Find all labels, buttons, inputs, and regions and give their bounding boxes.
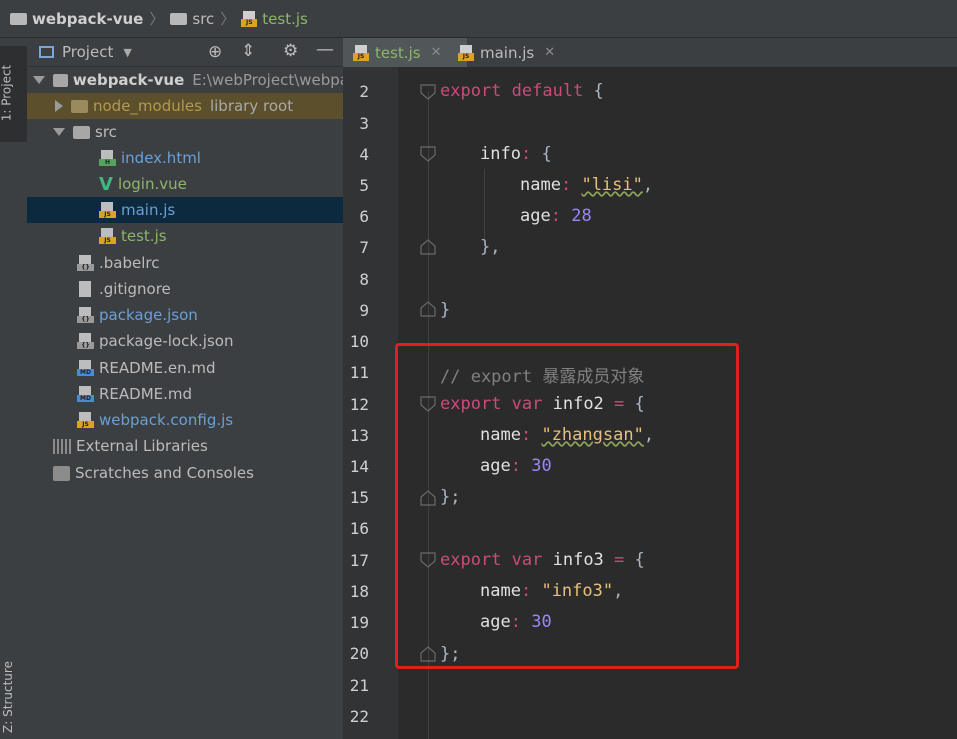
close-icon[interactable]: ✕ — [431, 45, 442, 60]
tool-window-strip: 1: Project Z: Structure — [0, 38, 28, 739]
json-file-icon: {} — [77, 307, 94, 323]
line-number: 9 — [359, 301, 369, 320]
chevron-right-icon: 〉 — [220, 10, 236, 28]
line-number: 14 — [349, 457, 369, 476]
tree-item-readme-md[interactable]: MD README.md — [27, 381, 393, 407]
tree-item-package-json[interactable]: {} package.json — [27, 302, 393, 328]
folder-icon — [71, 99, 88, 113]
editor-tab-bar: JS test.js ✕ JS main.js ✕ — [343, 38, 957, 68]
close-icon[interactable]: ✕ — [544, 45, 555, 60]
line-number: 12 — [349, 395, 369, 414]
json-file-icon: {} — [77, 333, 94, 349]
folder-icon — [170, 12, 188, 25]
vue-file-icon: V — [99, 173, 113, 195]
library-icon — [53, 438, 71, 454]
locate-icon[interactable]: ⊕ — [208, 42, 222, 62]
project-view-selector[interactable]: Project — [62, 43, 113, 61]
collapse-all-icon[interactable]: ⇕ — [241, 41, 255, 61]
folder-icon — [53, 73, 68, 87]
js-file-icon: JS — [99, 228, 116, 244]
line-number: 17 — [349, 551, 369, 570]
code-line: } — [440, 300, 451, 320]
line-number: 16 — [349, 519, 369, 538]
line-number: 20 — [349, 644, 369, 663]
expand-arrow-icon[interactable] — [33, 76, 45, 84]
line-number-gutter: 2 3 4 5 6 7 8 9 10 11 12 13 14 15 16 17 … — [343, 67, 398, 739]
line-number: 8 — [359, 270, 369, 289]
markdown-file-icon: MD — [77, 386, 94, 402]
text-file-icon — [77, 281, 94, 297]
js-file-icon: JS — [353, 44, 369, 61]
js-file-icon: JS — [77, 412, 94, 428]
tree-item-src[interactable]: src — [27, 119, 369, 145]
project-panel-header: Project ▼ ⊕ ⇕ ⚙ — — [27, 38, 343, 67]
breadcrumb: webpack-vue 〉 src 〉 JS test.js — [0, 0, 957, 38]
line-number: 7 — [359, 238, 369, 257]
line-number: 13 — [349, 426, 369, 445]
tab-project[interactable]: 1: Project — [0, 46, 27, 142]
highlight-box — [395, 343, 739, 669]
tree-item-webpack-config-js[interactable]: JS webpack.config.js — [27, 407, 393, 433]
line-number: 18 — [349, 582, 369, 601]
collapse-arrow-icon[interactable] — [55, 100, 63, 112]
line-number: 3 — [359, 114, 369, 133]
line-number: 11 — [349, 363, 369, 382]
folder-icon — [10, 12, 27, 25]
line-number: 15 — [349, 488, 369, 507]
code-line: name: "lisi", — [520, 175, 654, 195]
line-number: 6 — [359, 207, 369, 226]
markdown-file-icon: MD — [77, 360, 94, 376]
line-number: 21 — [349, 676, 369, 695]
breadcrumb-src[interactable]: src — [170, 10, 214, 28]
line-number: 19 — [349, 613, 369, 632]
config-file-icon: {} — [77, 255, 94, 271]
tree-item-external-libraries[interactable]: External Libraries — [27, 433, 369, 459]
fold-marker-icon[interactable] — [420, 84, 436, 100]
html-file-icon: H — [99, 150, 116, 166]
line-number: 4 — [359, 145, 369, 164]
line-number: 22 — [349, 707, 369, 726]
tree-item-babelrc[interactable]: {} .babelrc — [27, 250, 393, 276]
tree-item-node-modules[interactable]: node_modules library root — [27, 93, 371, 119]
fold-marker-icon[interactable] — [420, 146, 436, 162]
js-file-icon: JS — [241, 10, 258, 27]
scratches-icon — [53, 465, 70, 481]
code-line: info: { — [480, 144, 552, 164]
code-line: }, — [480, 237, 501, 257]
tree-item-readme-en-md[interactable]: MD README.en.md — [27, 355, 393, 381]
minimize-icon[interactable]: — — [316, 39, 334, 60]
folder-icon — [73, 125, 90, 139]
code-line: export default { — [440, 81, 604, 101]
fold-end-icon[interactable] — [420, 301, 436, 317]
project-panel: Project ▼ ⊕ ⇕ ⚙ — webpack-vue E:\webProj… — [27, 38, 415, 739]
code-line: age: 28 — [520, 206, 592, 226]
tree-item-package-lock-json[interactable]: {} package-lock.json — [27, 328, 393, 354]
fold-end-icon[interactable] — [420, 239, 436, 255]
chevron-right-icon: 〉 — [149, 10, 165, 28]
js-file-icon: JS — [99, 202, 116, 218]
breadcrumb-project[interactable]: webpack-vue — [10, 10, 143, 28]
chevron-down-icon[interactable]: ▼ — [123, 46, 131, 59]
tree-item-scratches[interactable]: Scratches and Consoles — [27, 460, 369, 486]
line-number: 5 — [359, 176, 369, 195]
js-file-icon: JS — [458, 44, 474, 61]
indent-guide — [484, 169, 485, 239]
expand-arrow-icon[interactable] — [53, 128, 65, 136]
gear-icon[interactable]: ⚙ — [283, 41, 298, 61]
tree-item-gitignore[interactable]: .gitignore — [27, 276, 393, 302]
line-number: 2 — [359, 82, 369, 101]
tab-structure[interactable]: Z: Structure — [0, 650, 27, 738]
line-number: 10 — [349, 332, 369, 351]
window-icon — [39, 46, 54, 58]
tab-main-js[interactable]: JS main.js ✕ — [448, 38, 565, 67]
breadcrumb-file[interactable]: JS test.js — [241, 10, 308, 28]
tree-item-project-root[interactable]: webpack-vue E:\webProject\webpa — [27, 67, 349, 93]
